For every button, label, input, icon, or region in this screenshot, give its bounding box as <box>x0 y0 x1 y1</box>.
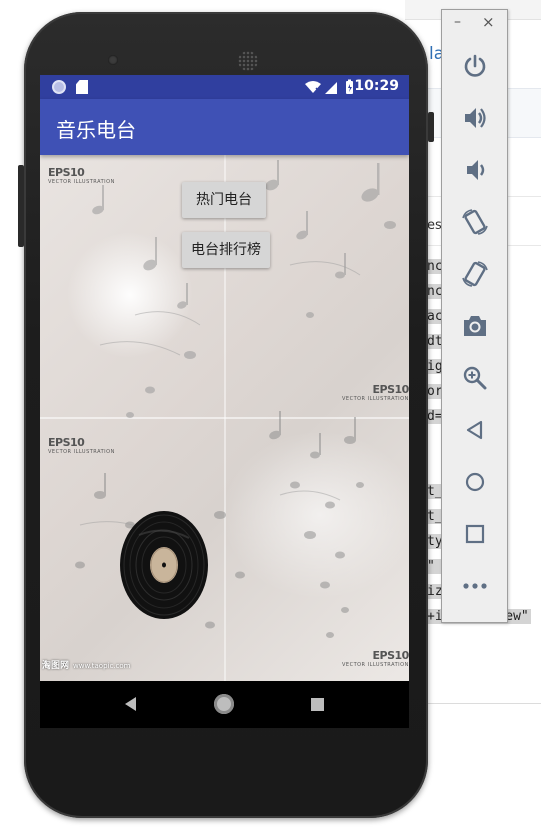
watermark: 淘图网 www.taopic.com <box>42 658 131 671</box>
status-time: 10:29 <box>354 78 399 94</box>
radio-ranking-button[interactable]: 电台排行榜 <box>182 232 270 268</box>
notification-icon <box>52 80 66 94</box>
more-icon <box>463 583 487 589</box>
power-icon <box>464 54 486 77</box>
vector-text: VECTOR ILLUSTRATION <box>48 179 115 185</box>
rotate-left-icon <box>462 209 488 235</box>
home-icon <box>465 472 485 492</box>
eps-label-top-left: EPS10 VECTOR ILLUSTRATION <box>48 167 115 185</box>
vector-text: VECTOR ILLUSTRATION <box>342 396 409 402</box>
eps-text: EPS10 <box>48 166 85 179</box>
back-button[interactable] <box>456 411 494 449</box>
nav-recents-icon[interactable] <box>311 698 324 711</box>
back-icon <box>466 420 483 440</box>
eps-label-bottom-left: EPS10 VECTOR ILLUSTRATION <box>48 437 115 455</box>
app-bar: 音乐电台 <box>40 99 409 155</box>
phone-side-button-left <box>18 165 24 247</box>
watermark-logo: 淘图网 <box>42 661 70 671</box>
rotate-right-button[interactable] <box>456 255 494 293</box>
app-title: 音乐电台 <box>56 118 136 142</box>
volume-down-icon <box>467 160 485 180</box>
close-button[interactable]: × <box>482 14 495 30</box>
volume-up-button[interactable] <box>456 99 494 137</box>
signal-icon <box>325 82 337 94</box>
overview-icon <box>465 524 485 544</box>
rotate-right-icon <box>462 261 488 287</box>
vinyl-record-icon <box>120 511 208 619</box>
zoom-button[interactable] <box>456 359 494 397</box>
rotate-left-button[interactable] <box>456 203 494 241</box>
eps-text: EPS10 <box>372 383 409 396</box>
eps-label-top-right: EPS10 VECTOR ILLUSTRATION <box>342 384 409 402</box>
volume-down-button[interactable] <box>456 151 494 189</box>
home-button[interactable] <box>456 463 494 501</box>
earpiece-speaker <box>238 51 258 71</box>
android-nav-bar <box>40 681 409 728</box>
device-screen[interactable]: 10:29 音乐电台 EPS10 VECTOR ILLUSTRATION EPS… <box>40 75 409 728</box>
status-bar: 10:29 <box>40 75 409 99</box>
overview-button[interactable] <box>456 515 494 553</box>
sd-card-icon <box>76 80 88 94</box>
nav-home-icon[interactable] <box>214 694 234 714</box>
eps-text: EPS10 <box>48 436 85 449</box>
more-button[interactable] <box>456 567 494 605</box>
desktop: la3 / c es nc ctf-8 nc ttp:/ ac third dt… <box>0 0 541 829</box>
vector-text: VECTOR ILLUSTRATION <box>342 662 409 668</box>
hot-radio-button[interactable]: 热门电台 <box>182 182 266 218</box>
content-background: EPS10 VECTOR ILLUSTRATION EPS10 VECTOR ILL… <box>40 155 409 681</box>
power-button[interactable] <box>456 47 494 85</box>
minimize-button[interactable]: – <box>454 14 461 30</box>
front-camera <box>108 55 118 65</box>
watermark-url: www.taopic.com <box>73 662 131 670</box>
eps-label-bottom-right: EPS10 VECTOR ILLUSTRATION <box>342 650 409 668</box>
camera-icon <box>464 316 486 336</box>
ide-label: es <box>427 218 442 233</box>
emulator-toolbar: – × <box>441 9 508 623</box>
vector-text: VECTOR ILLUSTRATION <box>48 449 115 455</box>
zoom-icon <box>463 366 487 390</box>
volume-up-icon <box>465 108 486 128</box>
screenshot-button[interactable] <box>456 307 494 345</box>
phone-side-button-right <box>428 112 434 142</box>
nav-back-icon[interactable] <box>125 697 136 711</box>
eps-text: EPS10 <box>372 649 409 662</box>
